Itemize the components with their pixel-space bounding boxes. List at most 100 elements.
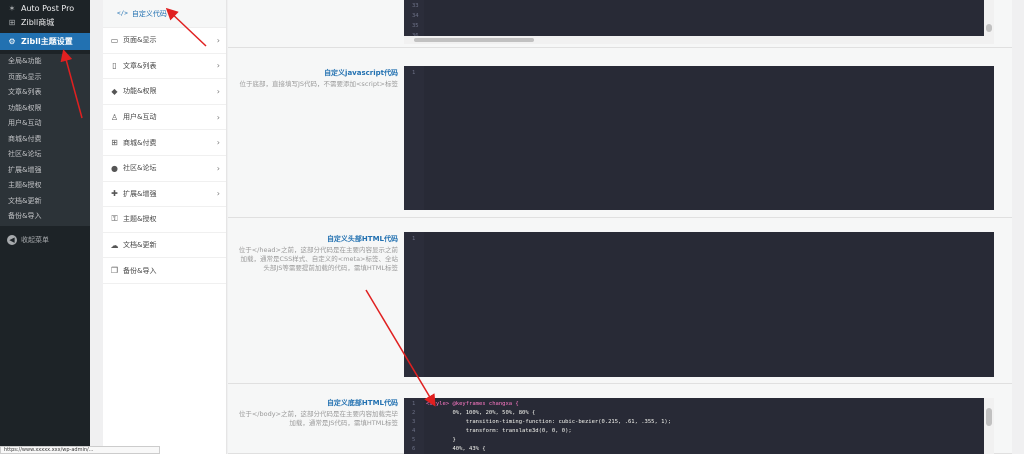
nav-item[interactable]: ❐ 备份&导入	[103, 258, 226, 284]
nav-item[interactable]: ⚿ 主题&授权	[103, 207, 226, 233]
sidebar-item-zibll-shop[interactable]: ⊞ Zibll商城	[0, 14, 90, 30]
sidebar-submenu: 全局&功能 页面&显示 文章&列表 功能&权限 用户&互动 商城&付费 社区&论…	[0, 54, 90, 226]
section-label: 自定义头部HTML代码 位于</head>之前，这部分代码是在主要内容显示之前加…	[238, 234, 398, 273]
nav-item[interactable]: ☁ 文档&更新	[103, 233, 226, 259]
nav-item[interactable]: ▭ 页面&显示 ›	[103, 28, 226, 54]
line-number: 34	[412, 13, 419, 19]
head-code-editor[interactable]: 1	[404, 232, 994, 377]
nav-item[interactable]: ♙ 用户&互动 ›	[103, 105, 226, 131]
key-icon: ⚿	[111, 214, 118, 224]
line-gutter	[404, 232, 424, 377]
sidebar-subitem[interactable]: 功能&权限	[0, 101, 90, 117]
shield-icon: ◆	[111, 86, 118, 96]
vertical-scrollbar[interactable]	[984, 0, 994, 44]
nav-item-label: 扩展&增强	[123, 189, 157, 198]
js-code-editor[interactable]: 1	[404, 66, 994, 210]
sidebar-subitem[interactable]: 文章&列表	[0, 85, 90, 101]
scroll-thumb[interactable]	[986, 24, 992, 32]
cart-icon: ⊞	[111, 138, 118, 148]
section-title: 自定义javascript代码	[324, 69, 398, 77]
nav-item-label: 文档&更新	[123, 241, 157, 250]
section-css-editor: 33 34 35 36	[228, 0, 1012, 48]
line-number: 33	[412, 3, 419, 9]
nav-item-label: 自定义代码	[131, 9, 167, 18]
line-number: 5	[412, 437, 416, 443]
line-number: 2	[412, 410, 416, 416]
code-icon: </>	[117, 10, 128, 17]
copy-icon: ❐	[110, 266, 119, 276]
sidebar-subitem[interactable]: 扩展&增强	[0, 163, 90, 179]
map-icon: ▯	[112, 61, 117, 71]
line-number: 35	[412, 23, 419, 29]
sidebar-subitem[interactable]: 主题&授权	[0, 178, 90, 194]
globe-icon: ●	[111, 163, 118, 173]
chevron-right-icon: ›	[216, 35, 220, 45]
user-icon: ♙	[110, 112, 119, 122]
sidebar-subitem[interactable]: 商城&付费	[0, 132, 90, 148]
horizontal-scrollbar[interactable]	[404, 36, 984, 44]
code-editor[interactable]: 33 34 35 36	[404, 0, 994, 44]
nav-item-label: 用户&互动	[123, 113, 157, 122]
line-number: 1	[412, 236, 416, 242]
plugin-icon: ✶	[8, 3, 16, 13]
nav-item[interactable]: ● 社区&论坛 ›	[103, 156, 226, 182]
nav-item-label: 页面&显示	[123, 36, 157, 45]
nav-item-label: 备份&导入	[123, 266, 157, 275]
nav-item[interactable]: ⊞ 商城&付费 ›	[103, 130, 226, 156]
collapse-label: 收起菜单	[21, 236, 49, 244]
sidebar-subitem[interactable]: 用户&互动	[0, 116, 90, 132]
sidebar-subitem[interactable]: 文档&更新	[0, 194, 90, 210]
nav-item-label: 主题&授权	[123, 215, 157, 224]
collapse-menu-button[interactable]: ◀ 收起菜单	[0, 233, 90, 247]
code-line: }	[426, 437, 456, 443]
section-label: 自定义javascript代码 位于底部，直接填写JS代码，不需要添加<scri…	[238, 68, 398, 89]
chevron-right-icon: ›	[216, 163, 220, 173]
nav-item-label: 社区&论坛	[123, 164, 157, 173]
settings-nav: </> 自定义代码 ▭ 页面&显示 › ▯ 文章&列表 › ◆ 功能&权限 › ♙ 用户&互动 › ⊞ 商…	[103, 0, 227, 454]
scroll-thumb[interactable]	[414, 38, 534, 42]
wp-admin-sidebar: ✶ Auto Post Pro ⊞ Zibll商城 ⚙ Zibll主题设置 全局…	[0, 0, 90, 454]
chevron-right-icon: ›	[216, 138, 220, 148]
sidebar-item-zibll-settings[interactable]: ⚙ Zibll主题设置	[0, 33, 90, 50]
cart-icon: ⊞	[8, 17, 16, 27]
nav-item-custom-code[interactable]: </> 自定义代码	[103, 0, 226, 28]
sidebar-item-label: Zibll商城	[21, 17, 55, 27]
settings-main: 33 34 35 36 自定义javascript代码 位于底部，直接填写JS代…	[228, 0, 1012, 454]
sidebar-subitem[interactable]: 页面&显示	[0, 70, 90, 86]
section-custom-js: 自定义javascript代码 位于底部，直接填写JS代码，不需要添加<scri…	[228, 52, 1012, 218]
line-number: 6	[412, 446, 416, 452]
vertical-scrollbar[interactable]	[984, 398, 994, 454]
browser-status-url: https://www.xxxxx.xxx/wp-admin/...	[0, 446, 160, 454]
code-line: transition-timing-function: cubic-bezier…	[426, 419, 672, 425]
nav-item-label: 商城&付费	[123, 138, 157, 147]
puzzle-icon: ✚	[111, 189, 118, 199]
code-line: <style> @keyframes changxa {	[426, 401, 519, 407]
sidebar-subitem[interactable]: 社区&论坛	[0, 147, 90, 163]
sidebar-subitem[interactable]: 备份&导入	[0, 209, 90, 225]
nav-item[interactable]: ▯ 文章&列表 ›	[103, 54, 226, 80]
cloud-icon: ☁	[110, 240, 119, 250]
chevron-right-icon: ›	[216, 112, 220, 122]
section-title: 自定义头部HTML代码	[326, 235, 398, 243]
line-number: 4	[412, 428, 416, 434]
section-custom-footer: 自定义底部HTML代码 位于</body>之前，这部分代码是在主要内容加载完毕加…	[228, 386, 1012, 454]
sidebar-item-label: Auto Post Pro	[21, 3, 75, 13]
chevron-right-icon: ›	[216, 189, 220, 199]
chevron-right-icon: ›	[216, 86, 220, 96]
section-description: 位于底部，直接填写JS代码，不需要添加<script>标签	[239, 80, 398, 88]
section-label: 自定义底部HTML代码 位于</body>之前，这部分代码是在主要内容加载完毕加…	[238, 398, 398, 428]
nav-item-label: 文章&列表	[123, 61, 157, 70]
code-line: transform: translate3d(0, 0, 0);	[426, 428, 572, 434]
line-number: 1	[412, 70, 416, 76]
scroll-thumb[interactable]	[986, 408, 992, 426]
footer-code-editor[interactable]: 1 2 3 4 5 6 <style> @keyframes changxa {…	[404, 398, 994, 454]
section-title: 自定义底部HTML代码	[326, 399, 398, 407]
section-custom-head: 自定义头部HTML代码 位于</head>之前，这部分代码是在主要内容显示之前加…	[228, 220, 1012, 384]
chevron-right-icon: ›	[216, 61, 220, 71]
line-number: 3	[412, 419, 416, 425]
nav-item-label: 功能&权限	[123, 87, 157, 96]
nav-item[interactable]: ◆ 功能&权限 ›	[103, 79, 226, 105]
collapse-icon: ◀	[7, 235, 17, 245]
nav-item[interactable]: ✚ 扩展&增强 ›	[103, 182, 226, 208]
sidebar-subitem[interactable]: 全局&功能	[0, 54, 90, 70]
